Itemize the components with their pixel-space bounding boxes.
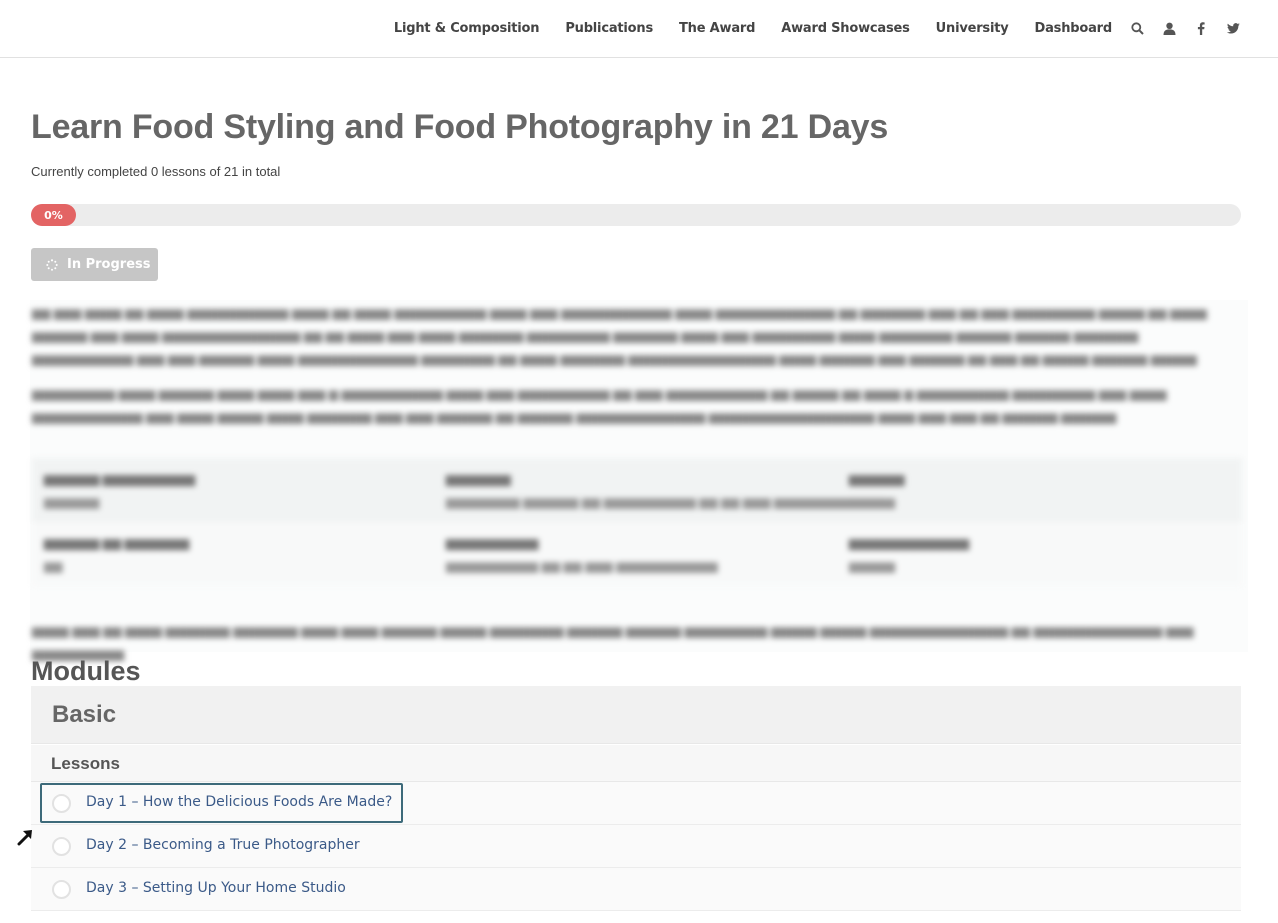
- nav-university[interactable]: University: [936, 21, 1009, 36]
- pointer-arrow-icon: [17, 830, 32, 846]
- blurred-content: ▆▆ ▆▆▆ ▆▆▆▆ ▆▆ ▆▆▆▆ ▆▆▆▆▆▆▆▆▆▆▆ ▆▆▆▆ ▆▆ …: [30, 300, 1248, 661]
- spinner-icon: [46, 258, 58, 271]
- lesson-row[interactable]: Day 3 – Setting Up Your Home Studio: [31, 868, 1241, 911]
- lesson-incomplete-circle-icon: [52, 837, 71, 856]
- facebook-icon[interactable]: [1194, 21, 1208, 35]
- info-cell: ▆▆▆▆▆▆▆ ▆▆▆▆▆▆▆▆ ▆▆▆▆▆▆ ▆▆ ▆▆▆▆▆▆▆▆▆▆ ▆▆ …: [446, 472, 885, 509]
- progress-bar-fill: 0%: [31, 204, 76, 226]
- user-icon[interactable]: [1162, 21, 1176, 35]
- lessons-header: Lessons: [31, 745, 1241, 782]
- lessons-label: Lessons: [51, 754, 120, 773]
- in-progress-label: In Progress: [67, 257, 151, 272]
- completion-status-text: Currently completed 0 lessons of 21 in t…: [31, 164, 281, 179]
- progress-percent-label: 0%: [44, 208, 63, 222]
- module-name: Basic: [52, 701, 117, 728]
- info-cell: ▆▆▆▆▆▆ ▆▆▆▆▆: [849, 472, 905, 509]
- course-info-table: ▆▆▆▆▆▆ ▆▆▆▆▆▆▆▆▆▆ ▆▆▆▆▆▆ ▆▆▆▆▆▆▆ ▆▆▆▆▆▆▆▆ …: [32, 458, 1242, 586]
- blurred-paragraph: ▆▆▆▆▆▆▆▆▆ ▆▆▆▆ ▆▆▆▆▆▆ ▆▆▆▆ ▆▆▆▆ ▆▆▆ ▆ ▆▆…: [32, 387, 1167, 424]
- nav-light-composition[interactable]: Light & Composition: [394, 21, 540, 36]
- in-progress-button[interactable]: In Progress: [31, 248, 158, 281]
- search-icon[interactable]: [1130, 21, 1144, 35]
- modules-heading: Modules: [31, 656, 141, 686]
- nav-the-award[interactable]: The Award: [679, 21, 755, 36]
- lesson-link-day-3[interactable]: Day 3 – Setting Up Your Home Studio: [86, 880, 346, 896]
- info-cell: ▆▆▆▆▆▆▆▆▆▆▆▆▆ ▆▆▆▆▆: [849, 536, 969, 573]
- info-cell: ▆▆▆▆▆▆ ▆▆▆▆▆▆▆▆▆▆ ▆▆▆▆▆▆: [44, 472, 195, 509]
- site-header: Light & Composition Publications The Awa…: [0, 0, 1278, 58]
- nav-dashboard[interactable]: Dashboard: [1035, 21, 1113, 36]
- main-nav: Light & Composition Publications The Awa…: [368, 0, 1240, 56]
- lesson-focus-outline: [40, 783, 403, 823]
- page-title: Learn Food Styling and Food Photography …: [31, 108, 889, 146]
- info-cell: ▆▆▆▆▆▆▆▆▆▆ ▆▆▆▆▆▆▆▆▆▆ ▆▆ ▆▆ ▆▆▆ ▆▆▆▆▆▆▆▆▆…: [446, 536, 718, 573]
- module-header-basic[interactable]: Basic: [31, 686, 1241, 744]
- nav-publications[interactable]: Publications: [565, 21, 653, 36]
- lesson-link-day-2[interactable]: Day 2 – Becoming a True Photographer: [86, 837, 360, 853]
- info-cell: ▆▆▆▆▆▆ ▆▆ ▆▆▆▆▆▆▆ ▆▆: [44, 536, 190, 573]
- twitter-icon[interactable]: [1226, 21, 1240, 35]
- lesson-row[interactable]: Day 2 – Becoming a True Photographer: [31, 825, 1241, 868]
- blurred-paragraph: ▆▆▆▆ ▆▆▆ ▆▆ ▆▆▆▆ ▆▆▆▆▆▆▆ ▆▆▆▆▆▆▆ ▆▆▆▆ ▆▆…: [32, 624, 1194, 661]
- course-description-blurred: ▆▆ ▆▆▆ ▆▆▆▆ ▆▆ ▆▆▆▆ ▆▆▆▆▆▆▆▆▆▆▆ ▆▆▆▆ ▆▆ …: [30, 300, 1248, 661]
- nav-award-showcases[interactable]: Award Showcases: [781, 21, 910, 36]
- progress-bar: 0%: [31, 204, 1241, 226]
- blurred-paragraph: ▆▆ ▆▆▆ ▆▆▆▆ ▆▆ ▆▆▆▆ ▆▆▆▆▆▆▆▆▆▆▆ ▆▆▆▆ ▆▆ …: [32, 306, 1207, 366]
- lesson-incomplete-circle-icon: [52, 880, 71, 899]
